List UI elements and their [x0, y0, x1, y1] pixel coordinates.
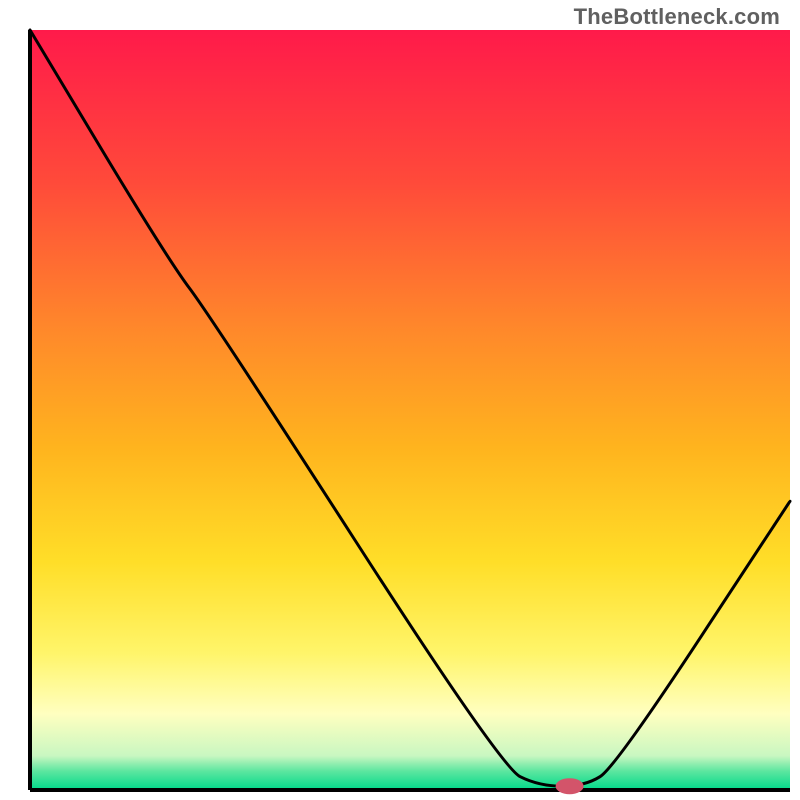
- chart-container: { "watermark": "TheBottleneck.com", "cha…: [0, 0, 800, 800]
- watermark-text: TheBottleneck.com: [574, 4, 780, 30]
- bottleneck-chart: [0, 0, 800, 800]
- optimal-point-marker: [556, 778, 584, 794]
